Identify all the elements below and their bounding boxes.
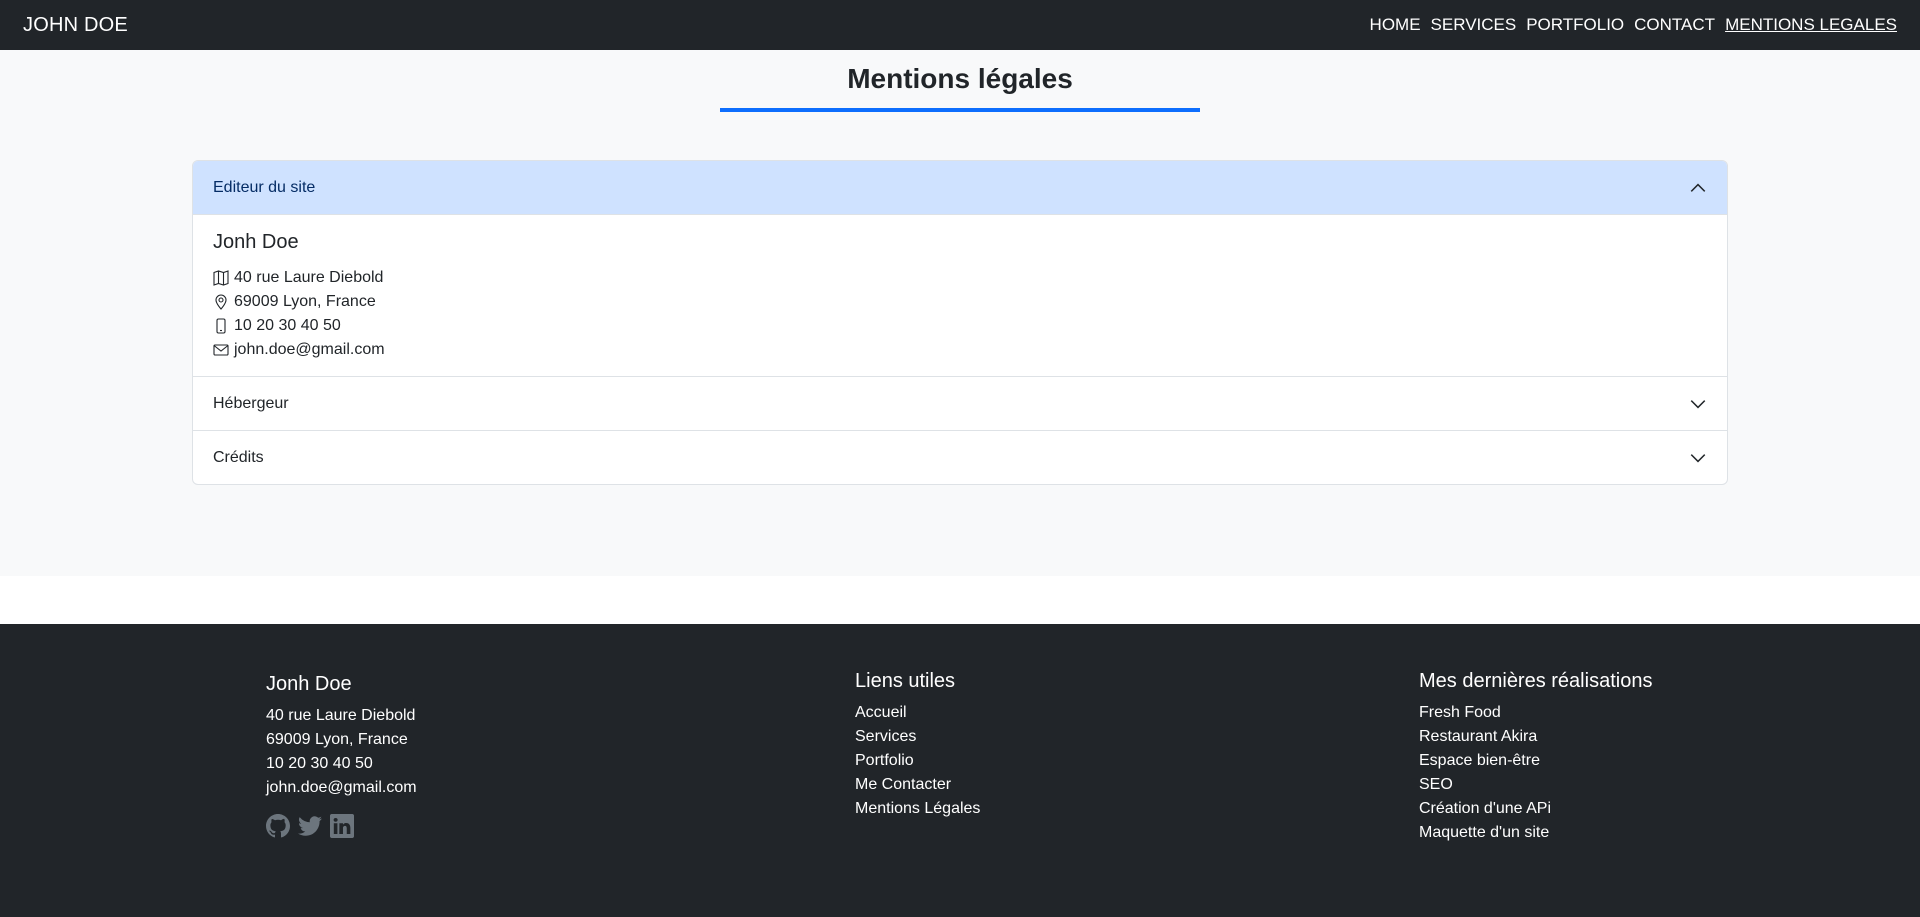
accordion-header-editeur[interactable]: Editeur du site [193,161,1727,214]
linkedin-icon[interactable] [330,814,354,838]
accordion-title: Hébergeur [213,394,289,412]
email-line: john.doe@gmail.com [213,338,1707,362]
footer-name: Jonh Doe [266,673,352,695]
address-line: 40 rue Laure Diebold [213,266,1707,290]
map-icon [213,270,229,286]
footer-project-link[interactable]: Espace bien-être [1419,749,1652,773]
editor-name: Jonh Doe [213,231,299,253]
envelope-icon [213,344,229,356]
accordion-item-credits: Crédits [193,430,1727,484]
navbar: JOHN DOE HOME SERVICES PORTFOLIO CONTACT… [0,0,1920,50]
footer-link-accueil[interactable]: Accueil [855,701,980,725]
nav-links: HOME SERVICES PORTFOLIO CONTACT MENTIONS… [1370,15,1897,35]
footer: Jonh Doe 40 rue Laure Diebold 69009 Lyon… [0,624,1920,917]
accordion-title: Crédits [213,448,264,466]
footer-city: 69009 Lyon, France [266,731,408,748]
footer-project-link[interactable]: Restaurant Akira [1419,725,1652,749]
chevron-up-icon [1690,183,1706,192]
footer-links-title: Liens utiles [855,670,956,692]
footer-contact: Jonh Doe 40 rue Laure Diebold 69009 Lyon… [266,673,417,838]
city-line: 69009 Lyon, France [213,290,1707,314]
accordion-header-hebergeur[interactable]: Hébergeur [193,377,1727,430]
title-underline [720,108,1200,112]
nav-link-mentions-legales[interactable]: MENTIONS LEGALES [1725,15,1897,35]
brand-logo[interactable]: JOHN DOE [23,14,128,37]
footer-useful-links: Liens utiles Accueil Services Portfolio … [855,670,980,821]
nav-link-portfolio[interactable]: PORTFOLIO [1526,15,1624,35]
footer-link-mentions[interactable]: Mentions Légales [855,797,980,821]
footer-address: 40 rue Laure Diebold [266,707,416,724]
footer-project-link[interactable]: Maquette d'un site [1419,821,1652,845]
accordion-body-editeur: Jonh Doe 40 rue Laure Diebold 69009 Lyon… [193,214,1727,376]
nav-link-home[interactable]: HOME [1370,15,1421,35]
footer-projects-title: Mes dernières réalisations [1419,670,1653,692]
address-text: 40 rue Laure Diebold [234,269,384,286]
github-icon[interactable] [266,814,290,838]
chevron-down-icon [1690,453,1706,462]
legal-accordion: Editeur du site Jonh Doe 40 rue Laure Di… [192,160,1728,485]
accordion-title: Editeur du site [213,178,316,196]
chevron-down-icon [1690,399,1706,408]
page-title: Mentions légales [847,63,1073,94]
footer-project-link[interactable]: Fresh Food [1419,701,1652,725]
twitter-icon[interactable] [298,814,322,838]
accordion-item-hebergeur: Hébergeur [193,376,1727,430]
city-text: 69009 Lyon, France [234,293,376,310]
footer-projects: Mes dernières réalisations Fresh Food Re… [1419,670,1652,845]
footer-phone: 10 20 30 40 50 [266,755,373,772]
phone-line: 10 20 30 40 50 [213,314,1707,338]
location-pin-icon [215,294,227,310]
phone-text: 10 20 30 40 50 [234,317,341,334]
email-text: john.doe@gmail.com [234,341,385,358]
footer-project-link[interactable]: Création d'une APi [1419,797,1652,821]
footer-link-portfolio[interactable]: Portfolio [855,749,980,773]
footer-email: john.doe@gmail.com [266,779,417,796]
footer-project-link[interactable]: SEO [1419,773,1652,797]
accordion-header-credits[interactable]: Crédits [193,431,1727,484]
accordion-item-editeur: Editeur du site Jonh Doe 40 rue Laure Di… [193,161,1727,376]
nav-link-contact[interactable]: CONTACT [1634,15,1715,35]
nav-link-services[interactable]: SERVICES [1431,15,1517,35]
social-links [266,814,417,838]
main-section: Mentions légales Editeur du site Jonh Do… [0,50,1920,576]
footer-link-contact[interactable]: Me Contacter [855,773,980,797]
footer-link-services[interactable]: Services [855,725,980,749]
phone-icon [216,318,226,334]
